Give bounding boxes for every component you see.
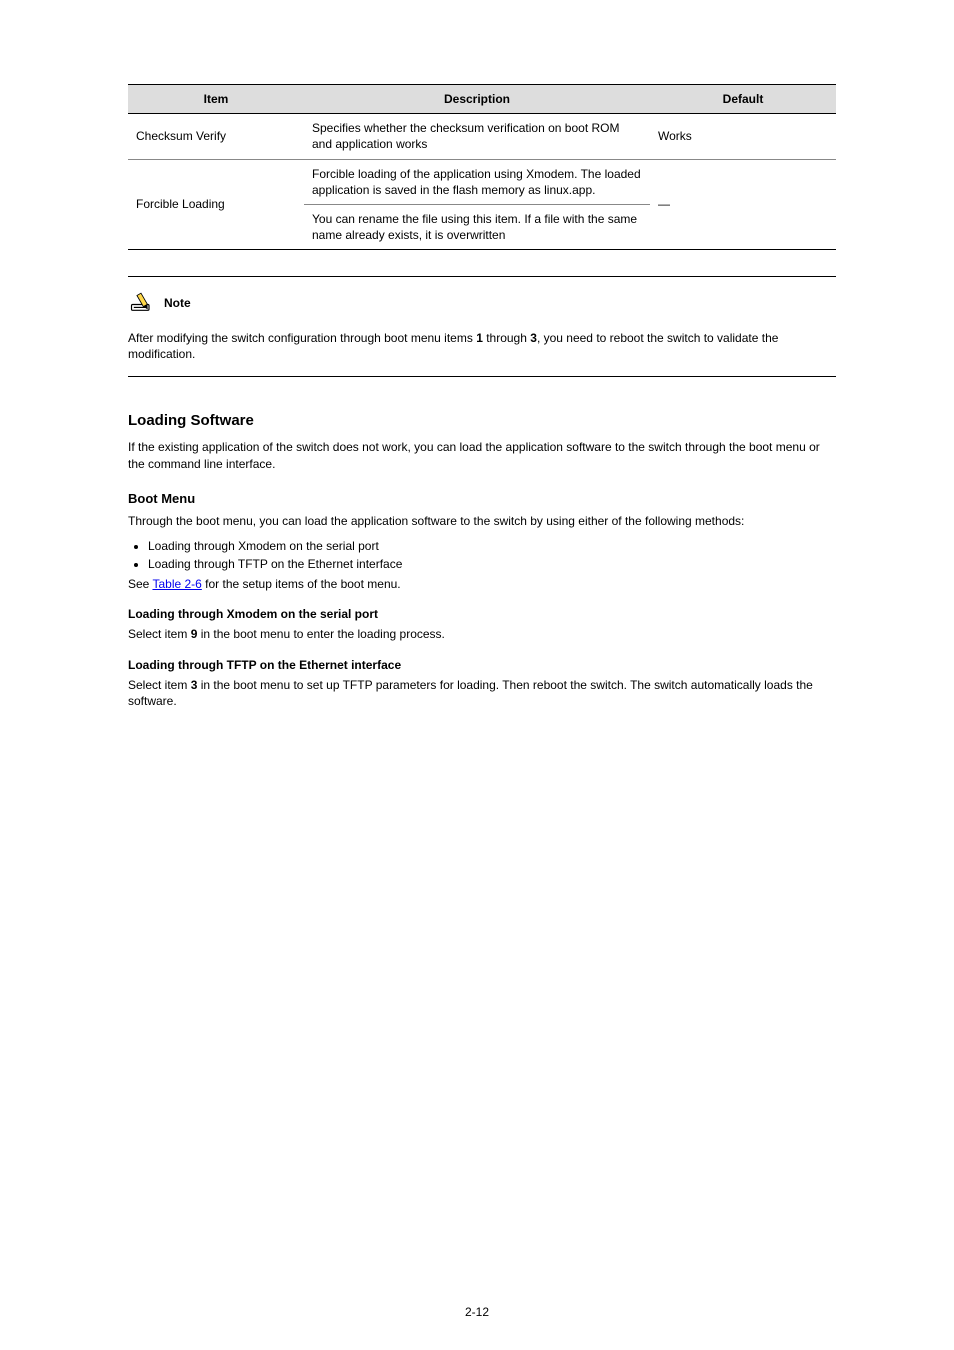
- config-table: Item Description Default Checksum Verify…: [128, 84, 836, 250]
- table-2-6-link[interactable]: Table 2-6: [152, 577, 201, 591]
- heading-boot-menu: Boot Menu: [128, 490, 836, 508]
- cell-desc: Specifies whether the checksum verificat…: [304, 114, 650, 159]
- note-icon: [128, 287, 156, 320]
- th-desc: Description: [304, 85, 650, 114]
- tftp-paragraph: Select item 3 in the boot menu to set up…: [128, 677, 836, 709]
- see-reference: See Table 2-6 for the setup items of the…: [128, 576, 836, 592]
- xmodem-paragraph: Select item 9 in the boot menu to enter …: [128, 626, 836, 642]
- page-number: 2-12: [0, 1304, 954, 1320]
- cell-desc-top: Forcible loading of the application usin…: [304, 160, 650, 204]
- cell-desc-bottom: You can rename the file using this item.…: [304, 204, 650, 249]
- th-item: Item: [128, 85, 304, 114]
- method-list: Loading through Xmodem on the serial por…: [148, 538, 836, 572]
- boot-menu-paragraph: Through the boot menu, you can load the …: [128, 513, 836, 529]
- th-default: Default: [650, 85, 836, 114]
- heading-xmodem: Loading through Xmodem on the serial por…: [128, 606, 836, 622]
- note-body: After modifying the switch configuration…: [128, 330, 836, 362]
- cell-item: Forcible Loading: [128, 159, 304, 250]
- cell-default: Works: [650, 114, 836, 159]
- note-label: Note: [164, 295, 191, 311]
- heading-tftp: Loading through TFTP on the Ethernet int…: [128, 657, 836, 673]
- cell-default: —: [650, 159, 836, 250]
- note-callout: Note After modifying the switch configur…: [128, 276, 836, 377]
- list-item: Loading through Xmodem on the serial por…: [148, 538, 836, 554]
- intro-paragraph: If the existing application of the switc…: [128, 439, 836, 471]
- table-row: Forcible Loading Forcible loading of the…: [128, 159, 836, 250]
- table-row: Checksum Verify Specifies whether the ch…: [128, 114, 836, 159]
- list-item: Loading through TFTP on the Ethernet int…: [148, 556, 836, 572]
- cell-item: Checksum Verify: [128, 114, 304, 159]
- heading-loading-software: Loading Software: [128, 411, 836, 431]
